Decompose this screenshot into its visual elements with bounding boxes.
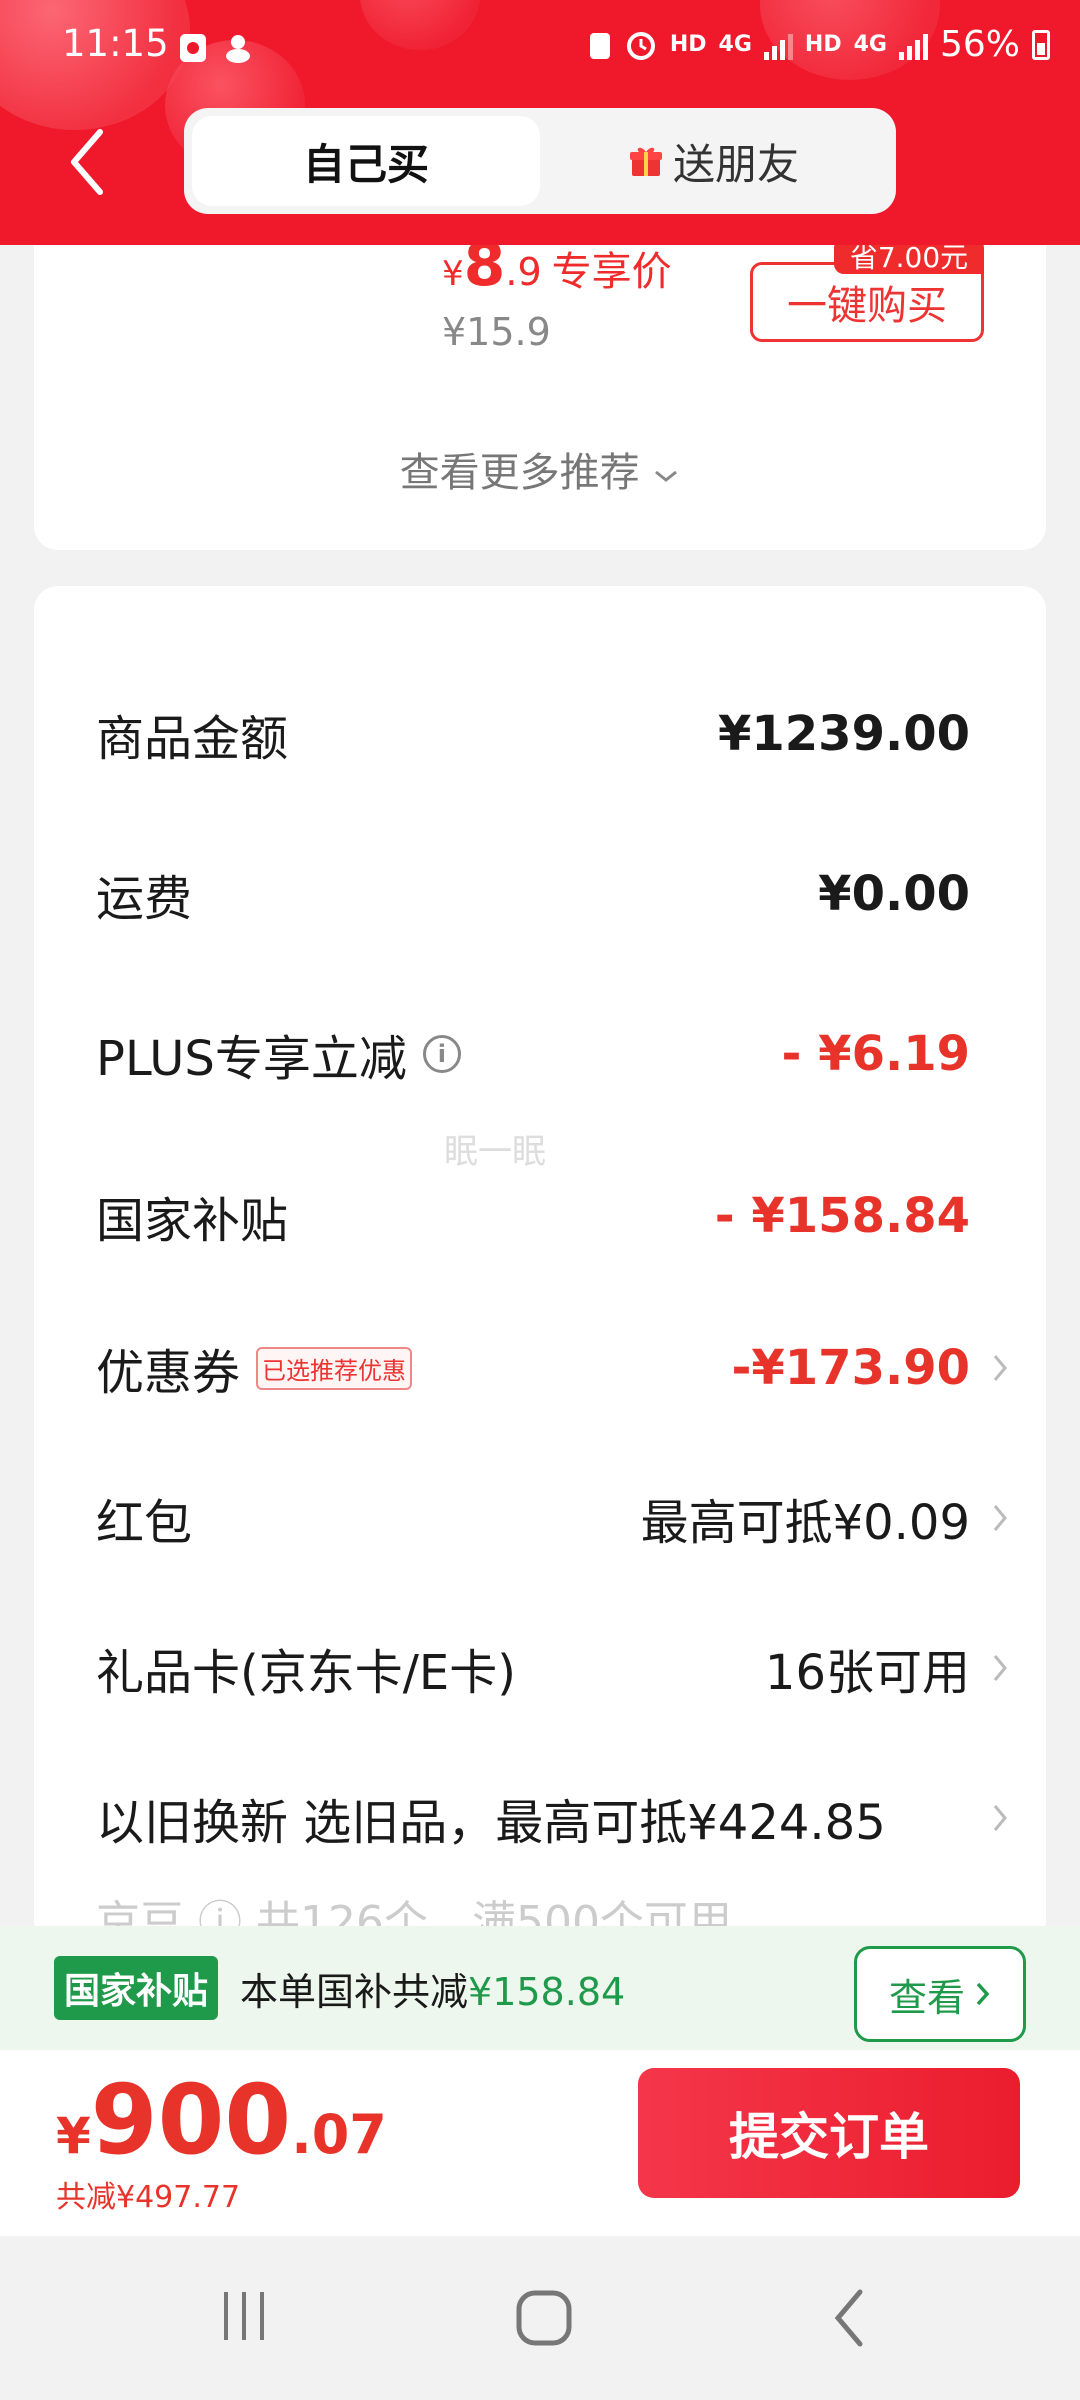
- watermark: 眠一眠: [444, 1132, 546, 1172]
- recent-apps-icon[interactable]: [216, 2288, 272, 2344]
- network-label: 4G: [853, 32, 887, 57]
- system-nav-bar: [0, 2236, 1080, 2400]
- chevron-right-icon: [993, 1355, 1007, 1381]
- signal-icon: [763, 30, 793, 60]
- goods-amount: ¥1239.00: [717, 706, 970, 762]
- more-recommendations-link[interactable]: 查看更多推荐: [34, 440, 1046, 498]
- tab-label: 自己买: [302, 139, 429, 189]
- status-time: 11:15: [62, 22, 169, 65]
- gift-icon: [629, 147, 662, 176]
- gallery-notification-icon: [180, 34, 206, 62]
- national-subsidy-bar: 国家补贴 本单国补共减¥158.84 查看: [0, 1926, 1080, 2050]
- summary-row-plus: PLUS专享立减 i - ¥6.19: [96, 1026, 970, 1087]
- chevron-right-icon: [993, 1655, 1007, 1681]
- summary-row-red-packet[interactable]: 红包 最高可抵¥0.09: [96, 1478, 1007, 1558]
- chevron-down-icon: [655, 470, 678, 482]
- info-icon[interactable]: i: [422, 1035, 461, 1073]
- recommended-badge: 已选推荐优惠: [256, 1346, 413, 1390]
- subsidy-badge: 国家补贴: [54, 1956, 219, 2020]
- tab-buy-for-self[interactable]: 自己买: [192, 116, 540, 206]
- checkout-bar: ¥900.07 共减¥497.77 提交订单: [0, 2050, 1080, 2236]
- hd-label: HD: [804, 32, 842, 57]
- status-bar: 11:15 HD 4G HD 4G 56%: [0, 0, 1080, 100]
- recycle-icon: [589, 32, 610, 59]
- coupon-discount: -¥173.90: [731, 1340, 970, 1396]
- chevron-right-icon: [993, 1505, 1007, 1531]
- tab-send-to-friend[interactable]: 送朋友: [540, 116, 888, 206]
- header: 11:15 HD 4G HD 4G 56% 自己买 送朋友: [0, 0, 1080, 245]
- app-notification-icon: [226, 35, 250, 63]
- summary-row-coupon[interactable]: 优惠券 已选推荐优惠 -¥173.90: [96, 1328, 1007, 1408]
- order-total: ¥900.07: [56, 2064, 387, 2176]
- summary-row-subsidy: 国家补贴 - ¥158.84: [96, 1188, 970, 1249]
- chevron-right-icon: [993, 1805, 1007, 1831]
- subsidy-discount: - ¥158.84: [714, 1188, 970, 1244]
- battery-percent: 56%: [939, 24, 1020, 65]
- submit-order-button[interactable]: 提交订单: [638, 2068, 1020, 2198]
- network-label: 4G: [718, 32, 752, 57]
- summary-row-goods: 商品金额 ¥1239.00: [96, 706, 970, 767]
- gift-card-value: 16张可用: [764, 1645, 970, 1701]
- summary-row-gift-card[interactable]: 礼品卡(京东卡/E卡) 16张可用: [96, 1628, 1007, 1708]
- price-summary-card: 商品金额 ¥1239.00 运费 ¥0.00 PLUS专享立减 i - ¥6.1…: [34, 586, 1046, 1986]
- subsidy-amount: ¥158.84: [468, 1969, 626, 2014]
- subsidy-text: 本单国补共减¥158.84: [240, 1969, 626, 2014]
- exclusive-price-tag: 专享价: [551, 249, 672, 295]
- tab-label: 送朋友: [672, 139, 799, 189]
- one-click-buy-button[interactable]: 一键购买: [750, 262, 984, 342]
- chevron-right-icon: [976, 1982, 990, 2006]
- back-arrow-icon[interactable]: [60, 122, 120, 202]
- view-subsidy-button[interactable]: 查看: [854, 1946, 1026, 2042]
- red-packet-value: 最高可抵¥0.09: [640, 1495, 970, 1551]
- alarm-icon: [626, 31, 655, 60]
- plus-discount: - ¥6.19: [781, 1026, 970, 1082]
- signal-icon: [898, 30, 928, 60]
- back-icon[interactable]: [830, 2288, 870, 2348]
- summary-row-shipping: 运费 ¥0.00: [96, 866, 970, 927]
- home-icon[interactable]: [514, 2288, 574, 2348]
- purchase-mode-switch: 自己买 送朋友: [184, 108, 896, 214]
- total-saved: 共减¥497.77: [56, 2180, 241, 2215]
- status-indicators: HD 4G HD 4G 56%: [588, 24, 1050, 65]
- hd-label: HD: [669, 32, 707, 57]
- summary-row-trade-in[interactable]: 以旧换新 选旧品，最高可抵¥424.85: [96, 1778, 1007, 1858]
- battery-icon: [1032, 29, 1050, 60]
- shipping-amount: ¥0.00: [818, 866, 970, 922]
- original-price: ¥15.9: [442, 310, 551, 354]
